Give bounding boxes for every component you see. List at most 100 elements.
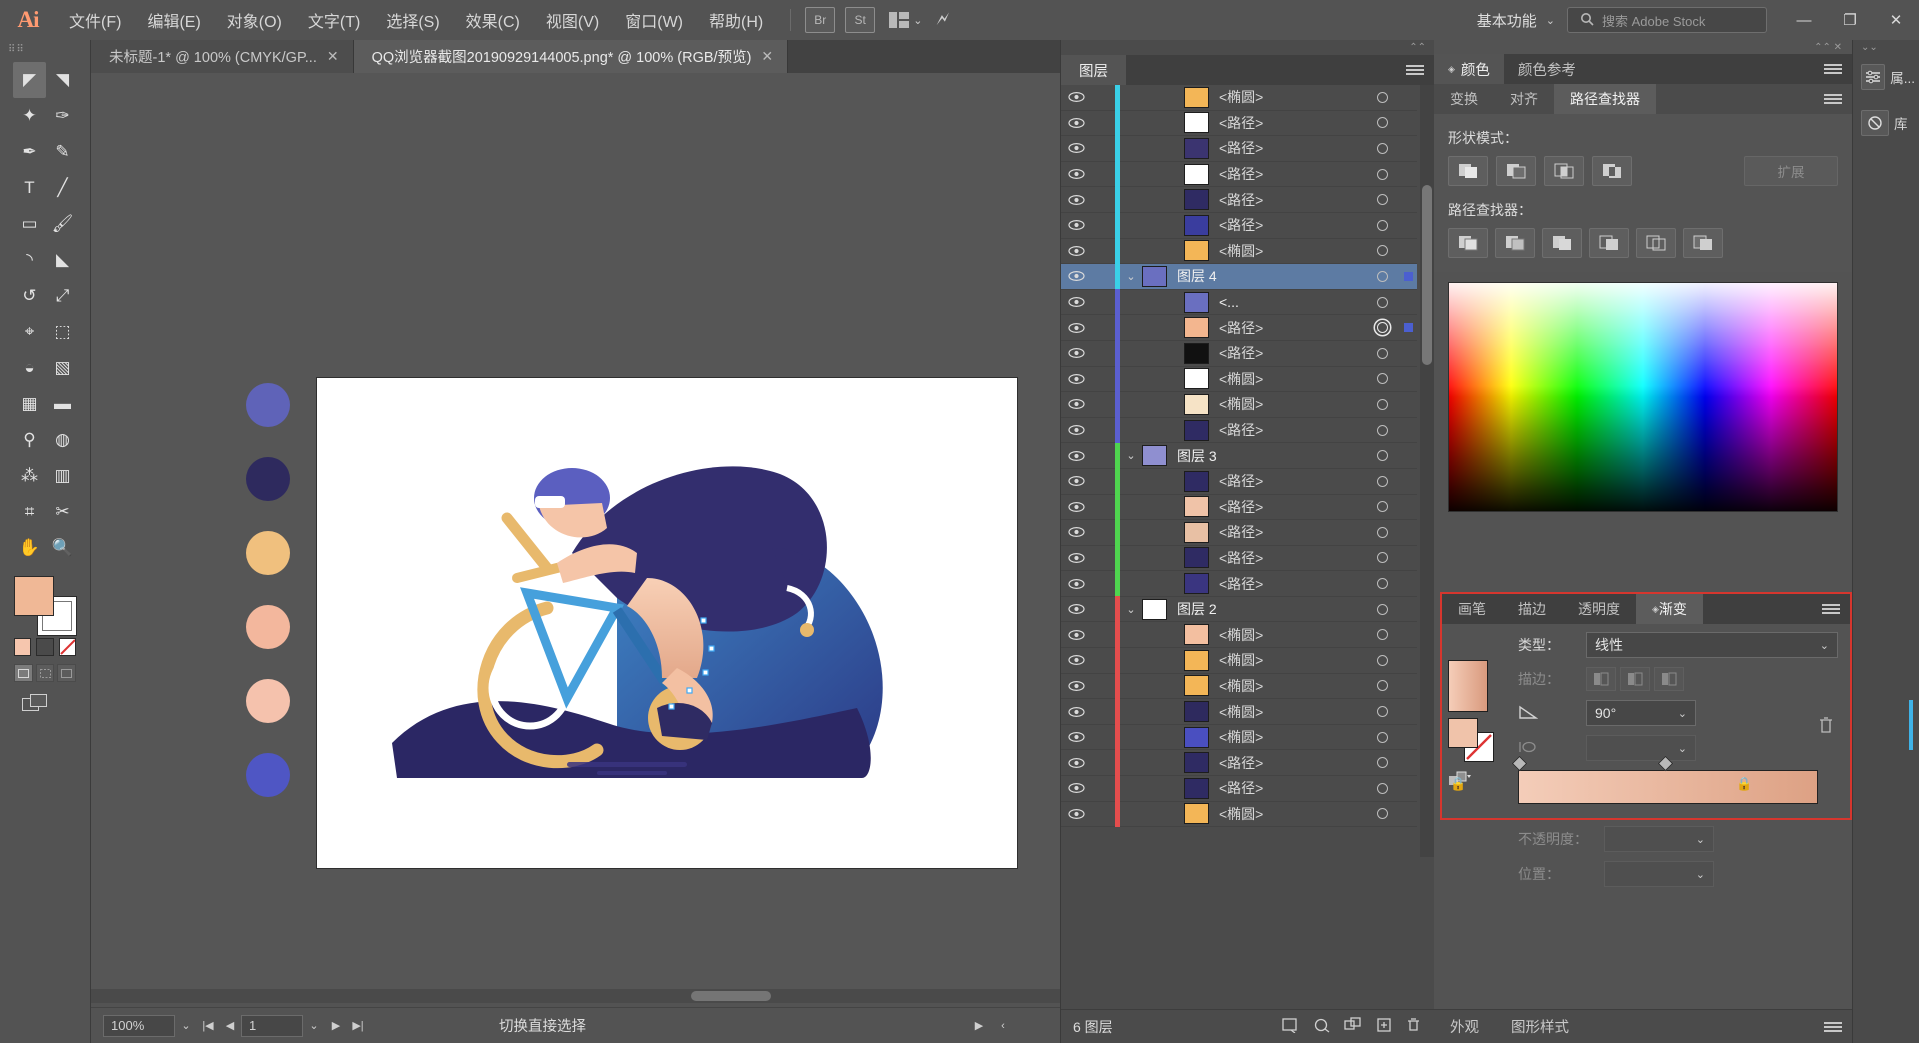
first-artboard-button[interactable]: |◀ bbox=[197, 1015, 219, 1037]
layer-name[interactable]: <路径> bbox=[1209, 190, 1365, 210]
palette-circle[interactable] bbox=[246, 753, 290, 797]
menu-object[interactable]: 对象(O) bbox=[214, 0, 295, 40]
menu-view[interactable]: 视图(V) bbox=[533, 0, 612, 40]
shaper-tool[interactable]: ◝ bbox=[13, 242, 46, 278]
target-indicator[interactable] bbox=[1365, 757, 1399, 769]
toolbar-grip[interactable]: ⠿⠿ bbox=[0, 40, 90, 58]
eye-icon[interactable] bbox=[1061, 501, 1091, 513]
stroke-across-icon[interactable] bbox=[1654, 667, 1684, 691]
gradient-fill-swatch[interactable] bbox=[1448, 718, 1478, 748]
slice-tool[interactable]: ✂ bbox=[46, 494, 79, 530]
layer-row[interactable]: <路径> bbox=[1061, 545, 1417, 572]
eye-icon[interactable] bbox=[1061, 373, 1091, 385]
arrange-documents-icon[interactable] bbox=[885, 7, 913, 33]
menu-edit[interactable]: 编辑(E) bbox=[134, 0, 213, 40]
layer-row[interactable]: <路径> bbox=[1061, 570, 1417, 597]
layer-row[interactable]: <路径> bbox=[1061, 135, 1417, 162]
eye-icon[interactable] bbox=[1061, 680, 1091, 692]
target-indicator[interactable] bbox=[1365, 680, 1399, 692]
free-transform-tool[interactable]: ⬚ bbox=[46, 314, 79, 350]
target-indicator[interactable] bbox=[1365, 142, 1399, 154]
target-indicator[interactable] bbox=[1365, 347, 1399, 359]
color-panel-menu-icon[interactable] bbox=[1824, 60, 1842, 78]
layer-row[interactable]: <椭圆> bbox=[1061, 647, 1417, 674]
layer-name[interactable]: <路径> bbox=[1209, 215, 1365, 235]
unite-icon[interactable] bbox=[1448, 156, 1488, 186]
gradient-ramp[interactable] bbox=[1518, 770, 1818, 804]
far-dock-grip[interactable]: ⌄⌄ bbox=[1853, 40, 1919, 54]
eye-icon[interactable] bbox=[1061, 245, 1091, 257]
layer-name[interactable]: 图层 4 bbox=[1167, 266, 1365, 286]
outline-icon[interactable] bbox=[1636, 228, 1676, 258]
appearance-panel-menu-icon[interactable] bbox=[1824, 1018, 1842, 1036]
perspective-grid-tool[interactable]: ▧ bbox=[46, 350, 79, 386]
eye-icon[interactable] bbox=[1061, 117, 1091, 129]
layer-row[interactable]: <椭圆> bbox=[1061, 621, 1417, 649]
eye-icon[interactable] bbox=[1061, 194, 1091, 206]
target-indicator[interactable] bbox=[1365, 526, 1399, 538]
layer-name[interactable]: <椭圆> bbox=[1209, 804, 1365, 824]
lasso-tool[interactable]: ✑ bbox=[46, 98, 79, 134]
tab-color[interactable]: ◈ 颜色 bbox=[1434, 54, 1504, 84]
palette-circle[interactable] bbox=[246, 531, 290, 575]
delete-selection-icon[interactable] bbox=[1406, 1017, 1421, 1036]
layer-row[interactable]: ⌄ 图层 2 bbox=[1061, 596, 1417, 623]
layer-name[interactable]: <路径> bbox=[1209, 318, 1365, 338]
color-spectrum-picker[interactable] bbox=[1448, 282, 1838, 512]
target-indicator[interactable] bbox=[1365, 654, 1399, 666]
layer-row[interactable]: <路径> bbox=[1061, 519, 1417, 546]
menu-type[interactable]: 文字(T) bbox=[295, 0, 373, 40]
direct-selection-tool[interactable]: ◥ bbox=[46, 62, 79, 98]
minus-front-icon[interactable] bbox=[1496, 156, 1536, 186]
layer-row[interactable]: <路径> bbox=[1061, 749, 1417, 777]
target-indicator[interactable] bbox=[1365, 501, 1399, 513]
target-indicator[interactable] bbox=[1365, 475, 1399, 487]
document-tab-1[interactable]: 未标题-1* @ 100% (CMYK/GP... ✕ bbox=[91, 40, 354, 73]
layer-list[interactable]: <椭圆> <路径> <路径> <路径> <路径> <路径> <椭圆> ⌄ 图层 4 <... <路径… bbox=[1061, 85, 1417, 857]
layer-name[interactable]: <椭圆> bbox=[1209, 87, 1365, 107]
target-indicator[interactable] bbox=[1365, 578, 1399, 590]
next-artboard-button[interactable]: ▶ bbox=[325, 1015, 347, 1037]
chevron-down-icon[interactable]: ⌄ bbox=[1120, 449, 1142, 462]
eye-icon[interactable] bbox=[1061, 629, 1091, 641]
target-indicator[interactable] bbox=[1365, 398, 1399, 410]
last-artboard-button[interactable]: ▶| bbox=[347, 1015, 369, 1037]
target-indicator[interactable] bbox=[1365, 168, 1399, 180]
pen-tool[interactable]: ✒ bbox=[13, 134, 46, 170]
gradient-location-field[interactable]: ⌄ bbox=[1604, 861, 1714, 887]
previous-artboard-button[interactable]: ◀ bbox=[219, 1015, 241, 1037]
eye-icon[interactable] bbox=[1061, 706, 1091, 718]
layer-name[interactable]: 图层 2 bbox=[1167, 599, 1365, 619]
tab-transparency[interactable]: 透明度 bbox=[1562, 594, 1636, 624]
close-icon[interactable]: ✕ bbox=[327, 48, 339, 65]
trash-icon[interactable] bbox=[1818, 716, 1834, 739]
tab-brushes[interactable]: 画笔 bbox=[1442, 594, 1502, 624]
gradient-start-lock-icon[interactable]: 🔒 bbox=[1450, 776, 1466, 792]
pathfinder-panel-menu-icon[interactable] bbox=[1824, 90, 1842, 108]
gradient-slider[interactable] bbox=[1511, 755, 1818, 804]
layer-name[interactable]: <路径> bbox=[1209, 343, 1365, 363]
layer-row[interactable]: <椭圆> bbox=[1061, 673, 1417, 700]
none-swatch-button[interactable] bbox=[58, 638, 76, 656]
layer-name[interactable]: <路径> bbox=[1209, 522, 1365, 542]
restore-button[interactable]: ❐ bbox=[1827, 0, 1873, 40]
minimize-button[interactable]: — bbox=[1781, 0, 1827, 40]
chevron-down-icon[interactable]: ⌄ bbox=[1120, 270, 1142, 283]
gradient-angle-field[interactable]: 90° ⌄ bbox=[1586, 700, 1696, 726]
layer-name[interactable]: <椭圆> bbox=[1209, 676, 1365, 696]
right-dock-grip[interactable]: ⌃⌃ ✕ bbox=[1434, 40, 1852, 54]
gradient-swatch-button[interactable] bbox=[36, 638, 54, 656]
layer-row[interactable]: <路径> bbox=[1061, 494, 1417, 521]
layer-row[interactable]: <路径> bbox=[1061, 314, 1417, 341]
stock-icon[interactable]: St bbox=[845, 7, 876, 33]
line-segment-tool[interactable]: ╱ bbox=[46, 170, 79, 206]
layer-name[interactable]: <椭圆> bbox=[1209, 369, 1365, 389]
layer-row[interactable]: <路径> bbox=[1061, 468, 1417, 495]
scale-tool[interactable]: ⤢ bbox=[46, 278, 79, 314]
chevron-down-icon[interactable]: ⌄ bbox=[1120, 603, 1142, 616]
tab-color-guide[interactable]: 颜色参考 bbox=[1504, 54, 1590, 84]
eye-icon[interactable] bbox=[1061, 347, 1091, 359]
stroke-within-icon[interactable] bbox=[1586, 667, 1616, 691]
layer-name[interactable]: <椭圆> bbox=[1209, 727, 1365, 747]
artboard[interactable] bbox=[317, 378, 1017, 868]
